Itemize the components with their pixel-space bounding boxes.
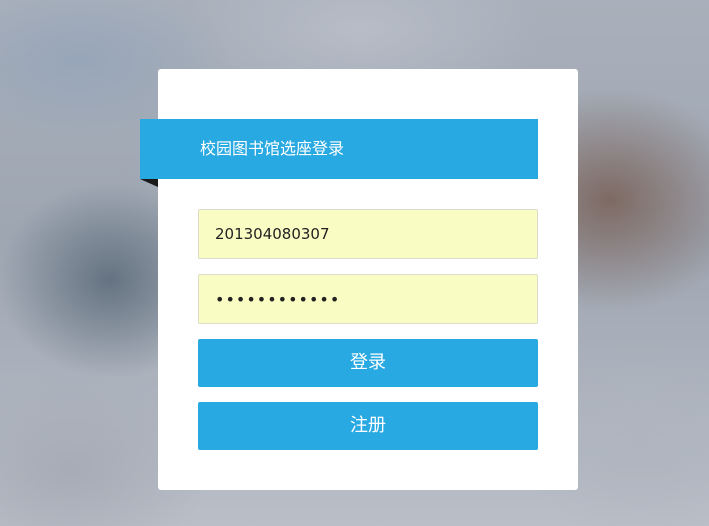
password-input[interactable] <box>198 274 538 324</box>
login-title: 校园图书馆选座登录 <box>200 139 345 158</box>
username-input[interactable] <box>198 209 538 259</box>
login-button[interactable]: 登录 <box>198 339 538 387</box>
ribbon-fold <box>140 179 158 187</box>
register-button[interactable]: 注册 <box>198 402 538 450</box>
